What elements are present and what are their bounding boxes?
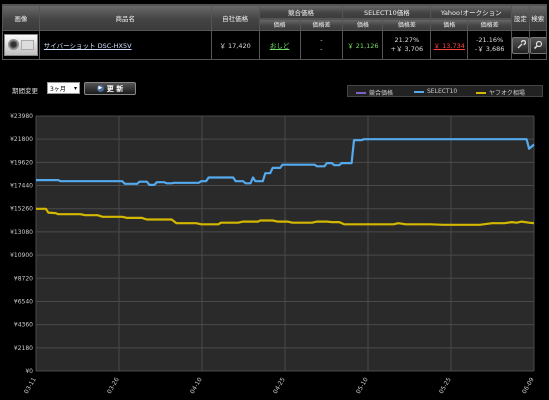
own-price: ￥ 17,420 (210, 30, 260, 60)
period-select[interactable]: 3ヶ月 ▾ (47, 82, 80, 94)
y-tick-label: ¥8720 (14, 275, 33, 282)
subheader-price-diff: 価格差 (299, 18, 344, 31)
subheader-price: 価格 (430, 18, 469, 31)
header-search: 検索 (528, 4, 548, 31)
legend-item-yahoo: ヤフオク相場 (476, 88, 525, 97)
y-tick-label: ¥6540 (14, 298, 33, 305)
y-tick-label: ¥23980 (10, 113, 33, 120)
competitor-diff: - - (299, 30, 344, 60)
product-table: 画像 商品名 自社価格 競合価格 SELECT10価格 Yahoo!オークション… (2, 4, 548, 60)
yahoo-price-link[interactable]: ￥ 13,734 (434, 42, 465, 50)
update-button[interactable]: ▶ 更 新 (84, 82, 136, 95)
y-tick-label: ¥15260 (10, 206, 33, 213)
subheader-price: 価格 (342, 18, 384, 31)
legend-swatch (414, 90, 424, 93)
x-tick-label: 05-25 (438, 376, 453, 395)
product-thumbnail[interactable] (2, 30, 40, 60)
legend-item-select10: SELECT10 (414, 88, 457, 95)
select10-diff: 21.27% +￥ 3,706 (382, 30, 432, 60)
camera-image[interactable] (3, 34, 38, 56)
subheader-price: 価格 (258, 18, 301, 31)
table-row: サイバーショット DSC-HX5V ￥ 17,420 おしど - - ￥ 21,… (2, 30, 548, 60)
header-own-price: 自社価格 (210, 4, 260, 31)
y-tick-label: ¥19620 (10, 159, 33, 166)
y-tick-label: ¥0 (25, 368, 33, 375)
subheader-price-diff: 価格差 (382, 18, 432, 31)
legend-item-competitor: 競合価格 (356, 88, 393, 97)
competitor-price-link[interactable]: おしど (270, 42, 290, 50)
chart-legend: 競合価格 SELECT10 ヤフオク相場 (347, 85, 543, 97)
product-name-link[interactable]: サイバーショット DSC-HX5V (40, 40, 210, 50)
arrow-right-icon: ▶ (96, 85, 104, 92)
header-competitor: 競合価格 (258, 4, 344, 19)
x-tick-label: 05-10 (355, 376, 370, 395)
chevron-down-icon: ▾ (73, 84, 77, 92)
x-tick-label: 04-25 (272, 376, 287, 395)
yahoo-diff: -21.16% -￥ 3,686 (467, 30, 513, 60)
header-settings: 設定 (511, 4, 530, 31)
x-tick-label: 06-09 (521, 376, 536, 395)
period-change-label: 期間変更 (12, 87, 38, 95)
x-tick-label: 03-11 (23, 376, 38, 395)
y-tick-label: ¥10900 (10, 252, 33, 259)
legend-swatch (476, 91, 486, 94)
search-magnifier-icon[interactable] (530, 36, 546, 54)
header-product-name: 商品名 (38, 4, 212, 31)
y-tick-label: ¥21800 (10, 136, 33, 143)
period-select-value: 3ヶ月 (50, 85, 66, 93)
legend-swatch (356, 91, 366, 94)
price-history-chart: ¥23980 ¥21800 ¥19620 ¥17440 ¥15260 ¥13080 ¥109… (10, 113, 536, 395)
x-tick-label: 04-10 (189, 376, 204, 395)
y-tick-label: ¥13080 (10, 229, 33, 236)
y-tick-label: ¥4360 (14, 322, 33, 329)
settings-wrench-icon[interactable] (512, 36, 528, 54)
y-tick-label: ¥2180 (14, 345, 33, 352)
update-button-label: 更 新 (106, 84, 124, 93)
header-select10: SELECT10価格 (342, 4, 432, 19)
header-yahoo: Yahoo!オークション (430, 4, 513, 19)
y-tick-label: ¥17440 (10, 183, 33, 190)
select10-price: ￥ 21,126 (342, 30, 384, 60)
header-image: 画像 (2, 4, 40, 31)
x-tick-label: 03-26 (106, 376, 121, 395)
subheader-price-diff: 価格差 (467, 18, 513, 31)
